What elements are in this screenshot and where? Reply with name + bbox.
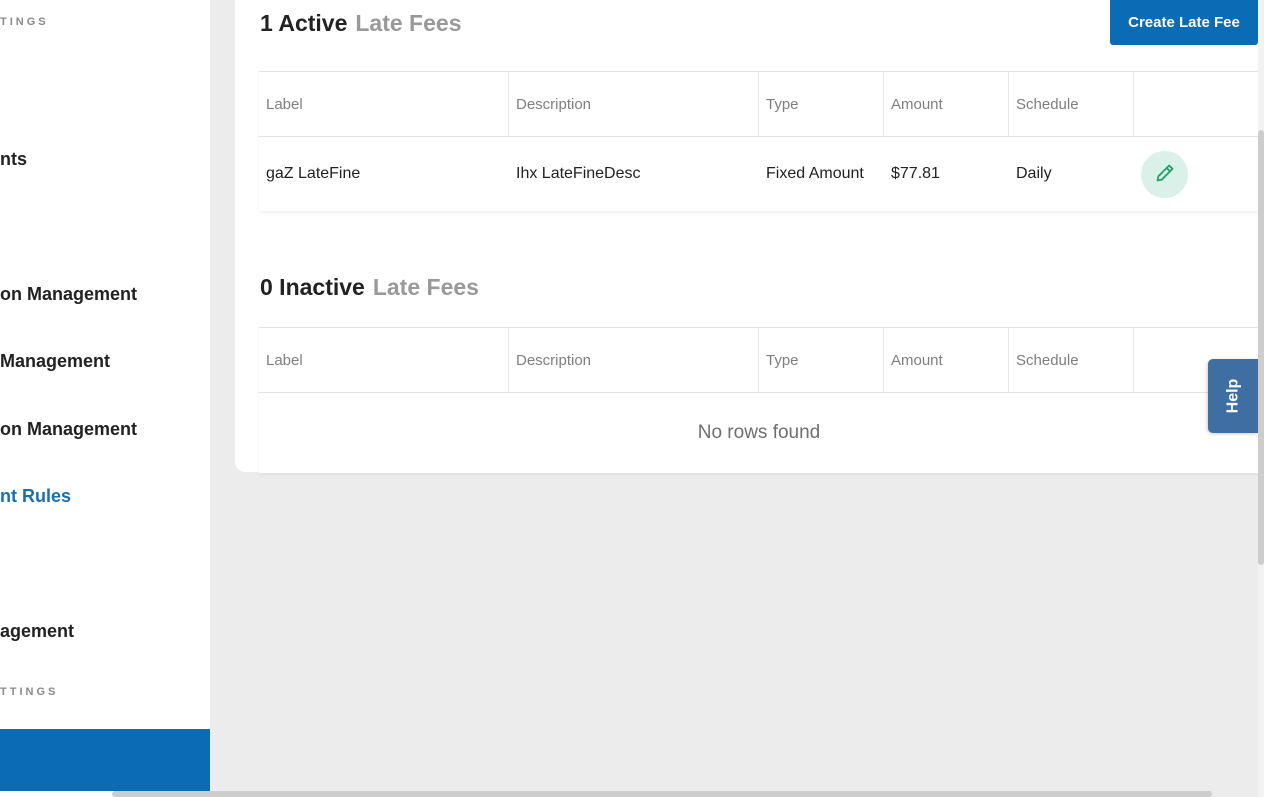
column-header-schedule[interactable]: Schedule — [1009, 328, 1134, 392]
sidebar-item-agement[interactable]: agement — [0, 621, 74, 642]
sidebar-section-settings: TINGS — [0, 16, 49, 28]
column-header-schedule[interactable]: Schedule — [1009, 72, 1134, 136]
sidebar: TINGS nts on Management Management on Ma… — [0, 0, 210, 797]
edit-button[interactable] — [1141, 150, 1188, 198]
sidebar-item-collection-management[interactable]: on Management — [0, 284, 137, 305]
column-header-actions — [1134, 72, 1259, 136]
column-header-amount[interactable]: Amount — [884, 328, 1009, 392]
sidebar-item-payment-rules[interactable]: nt Rules — [0, 486, 71, 507]
sidebar-item-management[interactable]: Management — [0, 351, 110, 372]
help-tab[interactable]: Help — [1208, 359, 1258, 433]
inactive-count: 0 Inactive — [260, 274, 365, 300]
row-description: Ihx LateFineDesc — [516, 165, 641, 182]
table-header: Label Description Type Amount Schedule — [259, 327, 1259, 393]
help-label: Help — [1223, 378, 1241, 414]
table-row: gaZ LateFine Ihx LateFineDesc Fixed Amou… — [259, 137, 1259, 211]
vertical-scrollbar[interactable] — [1258, 130, 1264, 565]
pencil-icon — [1155, 163, 1175, 186]
active-heading-word: Late Fees — [355, 10, 462, 36]
table-header: Label Description Type Amount Schedule — [259, 71, 1259, 137]
active-count: 1 Active — [260, 10, 348, 36]
inactive-heading-word: Late Fees — [372, 274, 479, 300]
row-schedule: Daily — [1016, 165, 1052, 182]
row-amount: $77.81 — [891, 165, 940, 182]
row-type: Fixed Amount — [766, 165, 864, 182]
inactive-late-fees-table: Label Description Type Amount Schedule N… — [259, 327, 1259, 473]
column-header-amount[interactable]: Amount — [884, 72, 1009, 136]
column-header-description[interactable]: Description — [509, 328, 759, 392]
sidebar-bottom-button[interactable] — [0, 729, 210, 791]
column-header-type[interactable]: Type — [759, 72, 884, 136]
create-late-fee-button[interactable]: Create Late Fee — [1110, 0, 1258, 45]
empty-state-text: No rows found — [697, 422, 821, 443]
column-header-label[interactable]: Label — [259, 328, 509, 392]
active-late-fees-heading: 1 Active Late Fees — [260, 10, 461, 37]
sidebar-section-settings-2: TTINGS — [0, 686, 59, 698]
column-header-description[interactable]: Description — [509, 72, 759, 136]
sidebar-item-option-management[interactable]: on Management — [0, 419, 137, 440]
column-header-label[interactable]: Label — [259, 72, 509, 136]
horizontal-scrollbar[interactable] — [112, 791, 1212, 797]
inactive-late-fees-heading: 0 Inactive Late Fees — [260, 274, 479, 301]
active-late-fees-table: Label Description Type Amount Schedule g… — [259, 71, 1259, 211]
row-label: gaZ LateFine — [266, 165, 361, 182]
column-header-type[interactable]: Type — [759, 328, 884, 392]
sidebar-item-payments[interactable]: nts — [0, 149, 27, 170]
row-actions — [1134, 137, 1259, 211]
